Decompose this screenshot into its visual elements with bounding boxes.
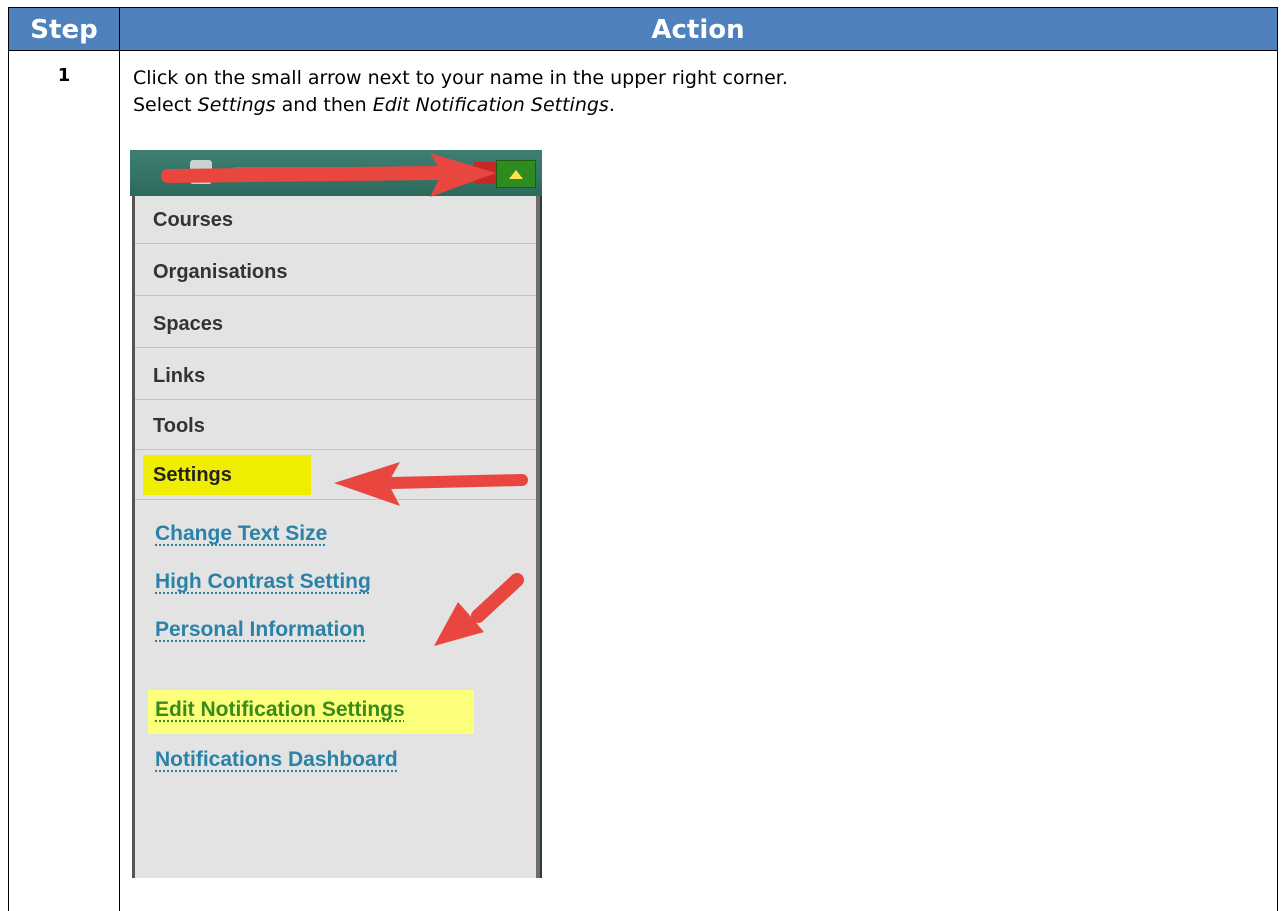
- instruction-settings: Settings: [197, 94, 276, 116]
- instruction-edit-notification: Edit Notification Settings: [372, 94, 609, 116]
- annotation-arrows: [161, 153, 528, 646]
- step-number: 1: [57, 65, 71, 86]
- instruction-mid: and then: [275, 94, 373, 116]
- header-action: Action: [651, 15, 745, 45]
- arrow-to-edit-notification: [434, 573, 524, 646]
- instruction-text: Click on the small arrow next to your na…: [133, 65, 788, 119]
- arrow-to-toggle: [161, 153, 496, 197]
- arrow-to-settings: [334, 462, 528, 506]
- instruction-line-2: Select Settings and then Edit Notificati…: [133, 92, 788, 119]
- embedded-screenshot: Courses Organisations Spaces Links Tools…: [130, 150, 542, 878]
- table-header: Step Action: [8, 7, 1278, 51]
- instruction-line-1: Click on the small arrow next to your na…: [133, 67, 788, 89]
- column-divider: [119, 51, 120, 911]
- instruction-prefix: Select: [133, 94, 198, 116]
- instruction-end: .: [608, 94, 615, 116]
- header-step: Step: [30, 15, 98, 45]
